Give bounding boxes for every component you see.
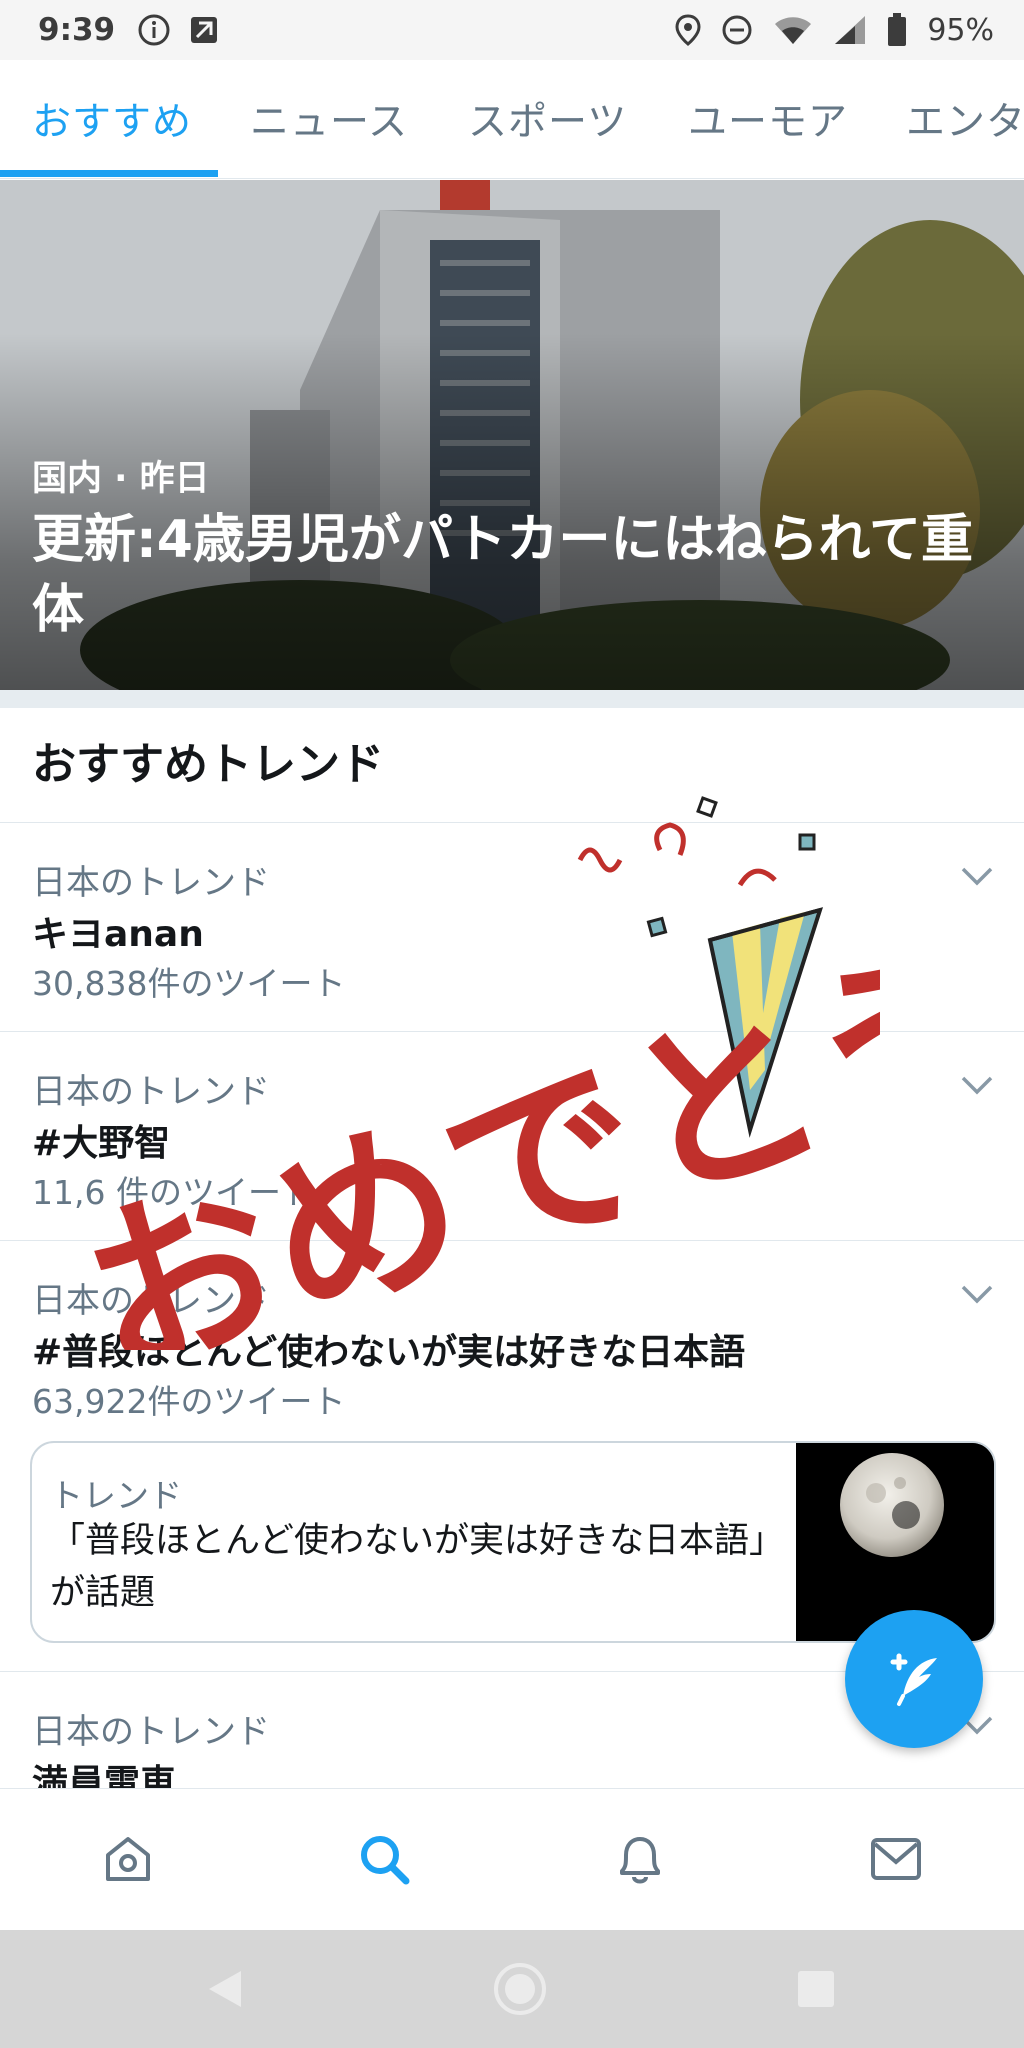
trend-context: 日本のトレンド [32,863,270,903]
nav-home[interactable] [88,1819,168,1899]
home-circle-icon [494,1963,546,2015]
do-not-disturb-icon [721,14,753,46]
trend-name: #普段ほとんど使わないが実は好きな日本語 [32,1332,746,1373]
status-bar: 9:39 95% [0,0,1024,60]
trend-count: 11,6 件のツイート [32,1173,314,1212]
compose-feather-icon [890,1653,937,1706]
battery-percentage: 95% [927,12,994,48]
trend-item[interactable]: 日本のトレンド キヨanan 30,838件のツイート [0,823,1024,1031]
compose-tweet-button[interactable] [845,1610,983,1748]
trend-count: 30,838件のツイート [32,964,346,1003]
chevron-down-icon[interactable] [960,1283,994,1305]
trend-card[interactable]: トレンド 「普段ほとんど使わないが実は好きな日本語」が話題 [30,1441,996,1643]
hero-news-card[interactable]: 国内 · 昨日 更新:4歳男児がパトカーにはねられて重体 [0,180,1024,690]
trend-name: キヨanan [32,914,204,955]
active-tab-indicator [0,170,218,177]
location-icon [675,14,701,46]
trend-count: 63,922件のツイート [32,1382,346,1421]
tab-news[interactable]: ニュース [250,60,408,178]
battery-icon [887,13,907,47]
signal-icon [833,14,867,46]
chevron-down-icon[interactable] [960,865,994,887]
trend-name: #大野智 [32,1123,171,1164]
hero-meta: 国内 · 昨日 [32,459,210,499]
trend-item[interactable]: 日本のトレンド #大野智 11,6 件のツイート [0,1032,1024,1240]
trend-context: 日本のトレンド [32,1281,270,1321]
moon-image [796,1443,994,1641]
status-time: 9:39 [38,12,116,48]
nav-notifications[interactable] [600,1819,680,1899]
trend-name: 満員電車 [32,1763,177,1788]
home-icon [106,1837,150,1881]
back-icon [209,1971,241,2007]
search-icon [361,1836,410,1885]
nav-messages[interactable] [856,1819,936,1899]
recents-icon [798,1971,834,2007]
section-title: おすすめトレンド [32,739,384,790]
hero-title: 更新:4歳男児がパトカーにはねられて重体 [32,510,973,640]
system-navigation-bar [0,1930,1024,2048]
nav-search[interactable] [344,1819,424,1899]
tab-sports[interactable]: スポーツ [468,60,627,178]
bell-icon [620,1837,660,1884]
tab-entertainment[interactable]: エンタ [906,60,1024,178]
system-recents-button[interactable] [786,1959,846,2019]
info-icon [137,13,171,47]
trend-card-text: 「普段ほとんど使わないが実は好きな日本語」が話題 [50,1521,784,1613]
section-separator [0,690,1024,708]
bottom-navigation [0,1788,1024,1931]
chevron-down-icon[interactable] [960,1074,994,1096]
category-tabs: おすすめ ニュース スポーツ ユーモア エンタ [0,60,1024,179]
notification-icon [189,13,219,47]
tab-humor[interactable]: ユーモア [688,60,848,178]
trend-context: 日本のトレンド [32,1712,270,1752]
mail-icon [871,1838,921,1880]
system-home-button[interactable] [490,1959,550,2019]
system-back-button[interactable] [194,1959,254,2019]
trend-card-label: トレンド [50,1476,182,1515]
trend-context: 日本のトレンド [32,1072,270,1112]
tab-recommended[interactable]: おすすめ [32,60,192,178]
wifi-icon [773,14,813,46]
trend-card-thumbnail [796,1443,994,1641]
